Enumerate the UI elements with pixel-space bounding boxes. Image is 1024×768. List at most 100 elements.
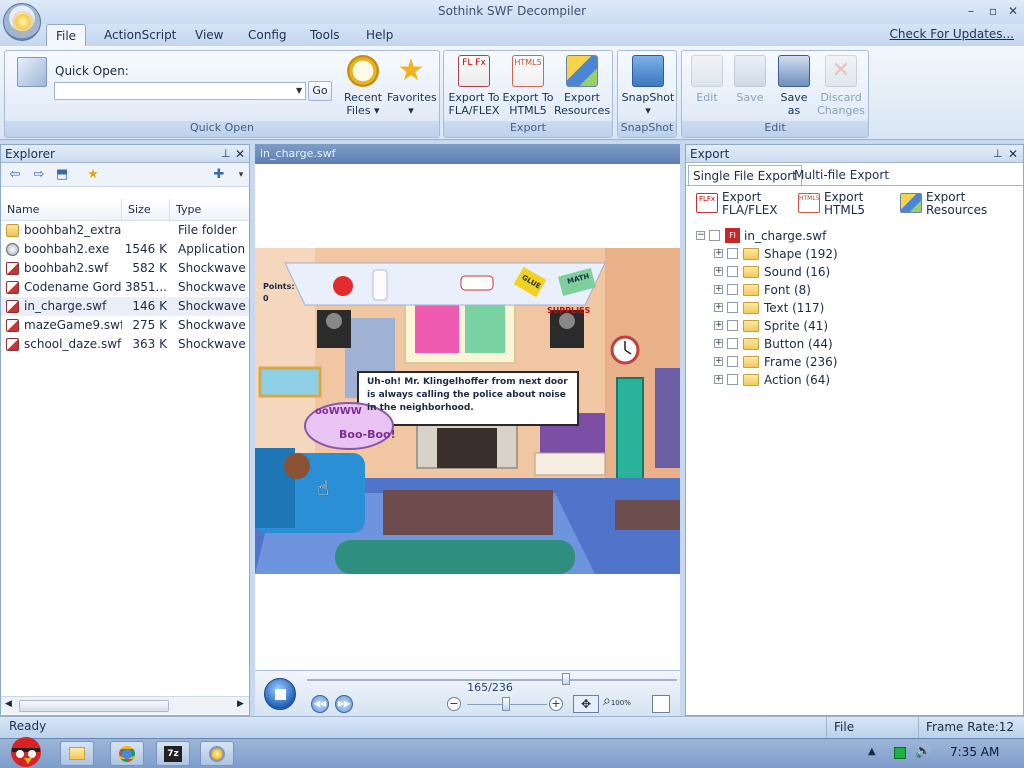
expand-icon[interactable]: + xyxy=(714,339,723,348)
tree-checkbox[interactable] xyxy=(727,374,738,385)
tree-item[interactable]: + Frame (236) xyxy=(714,353,1014,371)
expand-icon[interactable]: + xyxy=(714,321,723,330)
tree-item[interactable]: + Button (44) xyxy=(714,335,1014,353)
volume-icon[interactable]: 🔊 xyxy=(915,744,931,759)
add-icon[interactable]: ✚ xyxy=(211,167,227,183)
tree-checkbox[interactable] xyxy=(727,266,738,277)
save-as-button[interactable]: Save as xyxy=(774,55,814,117)
taskbar-explorer[interactable] xyxy=(60,741,94,766)
tree-item[interactable]: + Action (64) xyxy=(714,371,1014,389)
quick-open-input[interactable] xyxy=(54,82,306,100)
zoom-100-button[interactable]: ⌕100% xyxy=(603,693,631,709)
rewind-button[interactable]: ◀◀ xyxy=(311,695,329,713)
scroll-left-icon[interactable]: ◀ xyxy=(5,699,12,709)
file-row[interactable]: school_daze.swf 363 K Shockwave Fl xyxy=(1,335,250,354)
scroll-right-icon[interactable]: ▶ xyxy=(237,699,244,709)
tree-checkbox[interactable] xyxy=(727,302,738,313)
file-row[interactable]: mazeGame9.swf 275 K Shockwave Fl xyxy=(1,316,250,335)
quick-open-dropdown-arrow[interactable]: ▼ xyxy=(296,86,302,95)
collapse-icon[interactable]: − xyxy=(696,231,705,240)
move-tool-icon[interactable]: ✥ xyxy=(573,695,599,713)
go-button[interactable]: Go xyxy=(308,81,332,101)
start-button[interactable] xyxy=(2,732,50,768)
zoom-in-button[interactable]: + xyxy=(549,697,563,711)
export-html5-button[interactable]: HTML5 Export To HTML5 xyxy=(502,55,554,117)
tab-help[interactable]: Help xyxy=(358,24,401,46)
tree-root-row[interactable]: − Fl in_charge.swf xyxy=(696,227,1016,245)
application-menu-button[interactable] xyxy=(3,3,41,41)
fast-forward-button[interactable]: ▶▶ xyxy=(335,695,353,713)
tree-item[interactable]: + Sprite (41) xyxy=(714,317,1014,335)
column-header-type[interactable]: Type xyxy=(170,199,249,221)
expand-icon[interactable]: + xyxy=(714,375,723,384)
close-window-button[interactable]: ✕ xyxy=(1004,3,1022,19)
file-row[interactable]: boohbah2.exe 1546 K Application xyxy=(1,240,249,259)
up-folder-icon[interactable]: ⬒ xyxy=(54,167,70,183)
tab-actionscript[interactable]: ActionScript xyxy=(96,24,184,46)
tab-file[interactable]: File xyxy=(46,24,86,46)
export-fla-flex-button[interactable]: FLFx Export FLA/FLEX xyxy=(696,191,778,217)
forward-arrow-icon[interactable]: ⇨ xyxy=(31,167,47,183)
taskbar-7zip[interactable]: 7z xyxy=(156,741,190,766)
tab-single-file-export[interactable]: Single File Export xyxy=(688,165,802,185)
zoom-out-button[interactable]: − xyxy=(447,697,461,711)
export-resources-panel-button[interactable]: Export Resources xyxy=(900,191,987,217)
file-row[interactable]: boohbah2_extra... File folder xyxy=(1,221,249,240)
taskbar-clock[interactable]: 7:35 AM xyxy=(950,745,999,759)
file-row[interactable]: Codename Gord... 3851... Shockwave Fl xyxy=(1,278,250,297)
tray-app-icon[interactable] xyxy=(894,747,906,759)
expand-icon[interactable]: + xyxy=(714,285,723,294)
tree-item[interactable]: + Text (117) xyxy=(714,299,1014,317)
horizontal-scrollbar[interactable]: ◀ ▶ xyxy=(1,696,249,714)
column-header-size[interactable]: Size xyxy=(122,199,170,221)
tree-checkbox[interactable] xyxy=(727,248,738,259)
snapshot-button[interactable]: SnapShot ▾ xyxy=(620,55,676,117)
tab-view[interactable]: View xyxy=(187,24,231,46)
tree-checkbox[interactable] xyxy=(727,284,738,295)
back-arrow-icon[interactable]: ⇦ xyxy=(7,167,23,183)
column-header-name[interactable]: Name xyxy=(1,199,122,221)
expand-icon[interactable]: + xyxy=(714,267,723,276)
taskbar-swf-decompiler[interactable] xyxy=(200,741,234,766)
tree-checkbox[interactable] xyxy=(727,320,738,331)
pin-icon[interactable]: ⊥ xyxy=(221,145,231,163)
expand-icon[interactable]: + xyxy=(714,303,723,312)
favorite-star-icon[interactable]: ★ xyxy=(85,167,101,183)
check-updates-link[interactable]: Check For Updates... xyxy=(890,27,1014,41)
tree-checkbox[interactable] xyxy=(727,338,738,349)
tree-checkbox[interactable] xyxy=(727,356,738,367)
edit-button[interactable]: Edit xyxy=(686,55,728,104)
discard-changes-button[interactable]: ✕ Discard Changes xyxy=(816,55,866,117)
export-resources-button[interactable]: Export Resources xyxy=(554,55,610,117)
file-row-selected[interactable]: in_charge.swf 146 K Shockwave Fl xyxy=(1,297,250,316)
scrollbar-thumb[interactable] xyxy=(19,700,169,712)
close-explorer-icon[interactable]: ✕ xyxy=(235,145,245,163)
tab-config[interactable]: Config xyxy=(240,24,295,46)
tree-item[interactable]: + Font (8) xyxy=(714,281,1014,299)
expand-icon[interactable]: + xyxy=(714,357,723,366)
file-row[interactable]: boohbah2.swf 582 K Shockwave Fl xyxy=(1,259,250,278)
recent-files-button[interactable]: Recent Files ▾ xyxy=(341,55,385,117)
maximize-button[interactable]: ▫ xyxy=(984,3,1002,19)
document-tab[interactable]: in_charge.swf xyxy=(255,144,680,164)
zoom-slider-thumb[interactable] xyxy=(502,697,510,711)
fit-window-icon[interactable] xyxy=(652,695,670,713)
root-checkbox[interactable] xyxy=(709,230,720,241)
export-fla-button[interactable]: FL Fx Export To FLA/FLEX xyxy=(448,55,500,117)
show-hidden-icons-icon[interactable]: ▲ xyxy=(868,746,876,757)
tab-multi-file-export[interactable]: Multi-file Export xyxy=(790,165,893,185)
chevron-down-icon[interactable]: ▾ xyxy=(233,167,249,183)
save-button[interactable]: Save xyxy=(730,55,770,104)
tab-tools[interactable]: Tools xyxy=(302,24,348,46)
close-export-icon[interactable]: ✕ xyxy=(1008,145,1018,163)
minimize-button[interactable]: – xyxy=(962,3,980,19)
export-html5-panel-button[interactable]: HTML5 Export HTML5 xyxy=(798,191,865,217)
pin-icon[interactable]: ⊥ xyxy=(993,145,1003,163)
tree-item[interactable]: + Shape (192) xyxy=(714,245,1014,263)
expand-icon[interactable]: + xyxy=(714,249,723,258)
7zip-icon: 7z xyxy=(164,746,182,762)
favorites-button[interactable]: ★ Favorites ▾ xyxy=(387,55,437,118)
swf-preview-scene[interactable]: Points: 0 SUPPLIES GLUE MATH Uh-oh! Mr. … xyxy=(255,248,680,574)
taskbar-chrome[interactable] xyxy=(110,741,144,766)
tree-item[interactable]: + Sound (16) xyxy=(714,263,1014,281)
